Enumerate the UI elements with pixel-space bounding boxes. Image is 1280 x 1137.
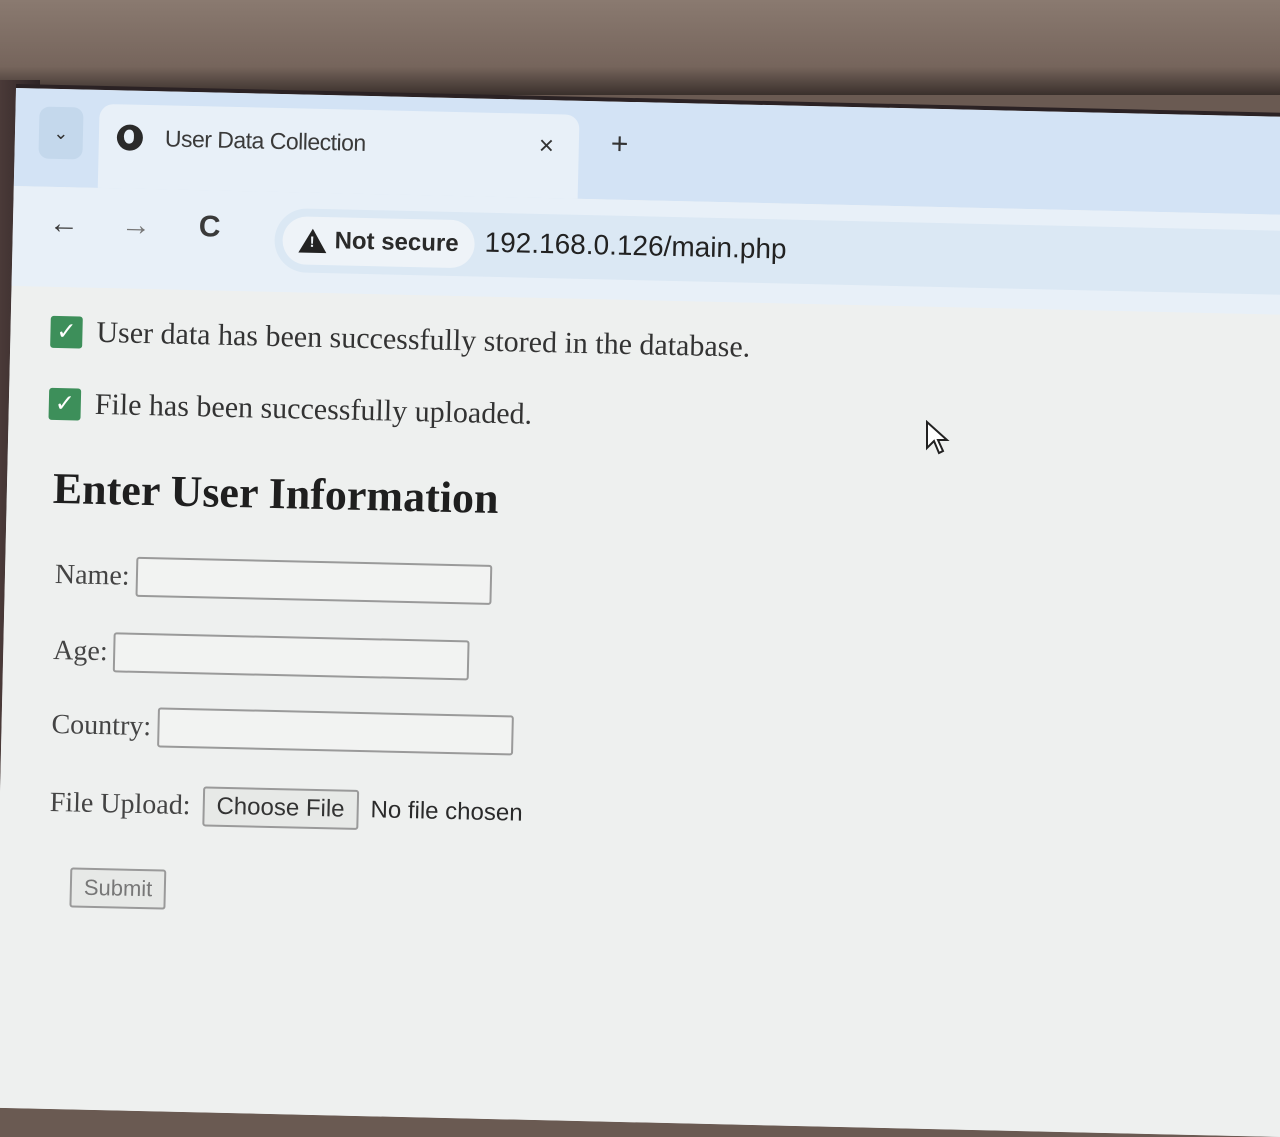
- name-row: Name:: [55, 555, 492, 605]
- country-row: Country:: [51, 705, 514, 756]
- warning-icon: [298, 228, 327, 254]
- age-label: Age:: [52, 634, 109, 668]
- close-icon[interactable]: ×: [538, 130, 555, 161]
- success-message-db: ✓ User data has been successfully stored…: [50, 315, 751, 365]
- file-upload-label: File Upload:: [49, 786, 191, 822]
- tab-active[interactable]: User Data Collection ×: [97, 103, 580, 199]
- security-chip[interactable]: Not secure: [282, 216, 476, 269]
- forward-arrow-icon[interactable]: →: [121, 208, 152, 243]
- checkbox-checked-icon: ✓: [50, 315, 83, 349]
- file-status-text: No file chosen: [370, 796, 523, 827]
- name-label: Name:: [54, 559, 130, 592]
- choose-file-button[interactable]: Choose File: [202, 786, 359, 830]
- globe-icon: [116, 124, 144, 151]
- country-input[interactable]: [156, 707, 514, 756]
- success-message-upload: ✓ File has been successfully uploaded.: [48, 387, 532, 432]
- age-row: Age:: [52, 631, 471, 681]
- mouse-pointer-icon: [926, 420, 950, 455]
- address-bar[interactable]: Not secure 192.168.0.126/main.php: [273, 207, 1280, 297]
- country-label: Country:: [51, 708, 152, 743]
- page-content: ✓ User data has been successfully stored…: [0, 285, 1280, 1137]
- reload-icon[interactable]: C: [199, 210, 221, 244]
- tab-title: User Data Collection: [164, 125, 367, 156]
- security-label: Not secure: [334, 227, 459, 258]
- submit-button[interactable]: Submit: [69, 867, 167, 910]
- message-text: User data has been successfully stored i…: [96, 315, 751, 364]
- message-text: File has been successfully uploaded.: [94, 387, 533, 431]
- tab-search-dropdown[interactable]: ⌄: [38, 106, 84, 160]
- background-wall: [0, 0, 1280, 95]
- age-input[interactable]: [113, 632, 471, 681]
- browser-window: ⌄ User Data Collection × + ← → C Not sec…: [0, 88, 1280, 1137]
- url-text[interactable]: 192.168.0.126/main.php: [484, 227, 787, 266]
- back-arrow-icon[interactable]: ←: [49, 207, 80, 242]
- form-heading: Enter User Information: [52, 463, 500, 524]
- chevron-down-icon: ⌄: [53, 122, 69, 143]
- checkbox-checked-icon: ✓: [48, 387, 82, 421]
- file-upload-row: File Upload: Choose File No file chosen: [49, 783, 523, 834]
- new-tab-button[interactable]: +: [610, 128, 629, 162]
- name-input[interactable]: [135, 556, 492, 605]
